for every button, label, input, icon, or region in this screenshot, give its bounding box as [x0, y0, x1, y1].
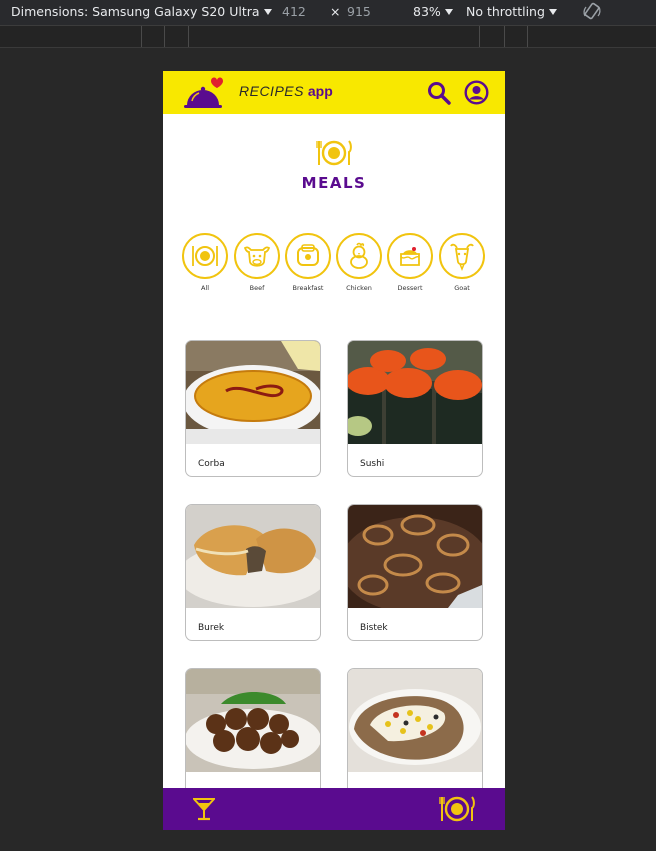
meal-card-sushi[interactable]: Sushi [347, 340, 483, 477]
category-goat[interactable]: Goat [438, 233, 486, 292]
meal-card-baked-potato[interactable] [347, 668, 483, 805]
category-label: Goat [454, 284, 470, 292]
times-sign: × [330, 4, 341, 19]
bottom-nav-bar [163, 788, 505, 830]
page-title: MEALS [301, 174, 367, 192]
meal-name: Sushi [360, 459, 385, 469]
category-chicken[interactable]: Chicken [335, 233, 383, 292]
meal-card-burek[interactable]: Burek [185, 504, 321, 641]
zoom-dropdown[interactable]: 83% [413, 4, 453, 19]
category-label: All [200, 284, 210, 292]
category-label: Chicken [346, 284, 372, 292]
category-label: Beef [249, 284, 265, 292]
chevron-down-icon [263, 8, 272, 15]
chevron-down-icon [444, 8, 453, 15]
cloche-logo-icon[interactable] [183, 75, 223, 115]
app-viewport: RECIPES app MEALS All Beef Breakfast Chi… [163, 71, 505, 830]
app-title-part1: RECIPES [239, 83, 304, 99]
category-all[interactable]: All [181, 233, 229, 292]
dimensions-label: Dimensions: Samsung Galaxy S20 Ultra [11, 4, 260, 19]
chevron-down-icon [548, 8, 557, 15]
width-input[interactable]: 412 [282, 4, 306, 19]
category-label: Breakfast [292, 284, 324, 292]
app-title: RECIPES app [239, 83, 333, 99]
meal-image [186, 505, 320, 608]
meal-image [186, 669, 320, 772]
plate-icon [192, 246, 218, 266]
meal-image [186, 341, 320, 444]
devtools-device-toolbar: Dimensions: Samsung Galaxy S20 Ultra 412… [0, 0, 656, 26]
meal-image [348, 669, 482, 772]
zoom-label: 83% [413, 4, 441, 19]
meal-name: Corba [198, 459, 225, 469]
toaster-icon [297, 244, 319, 266]
top-app-bar: RECIPES app [163, 71, 505, 114]
meal-card-falafel[interactable] [185, 668, 321, 805]
cocktail-icon[interactable] [191, 797, 217, 825]
goat-icon [450, 243, 474, 272]
meal-card-corba[interactable]: Corba [185, 340, 321, 477]
media-query-ruler [0, 26, 656, 48]
meal-image [348, 505, 482, 608]
throttling-label: No throttling [466, 4, 545, 19]
rotate-icon[interactable] [582, 2, 602, 25]
category-breakfast[interactable]: Breakfast [284, 233, 332, 292]
category-dessert[interactable]: Dessert [386, 233, 434, 292]
meal-image [348, 341, 482, 444]
category-beef[interactable]: Beef [233, 233, 281, 292]
meal-name: Bistek [360, 623, 388, 633]
search-icon[interactable] [427, 81, 451, 109]
profile-icon[interactable] [464, 80, 489, 109]
chicken-icon [350, 242, 368, 269]
meal-card-bistek[interactable]: Bistek [347, 504, 483, 641]
dimensions-dropdown[interactable]: Dimensions: Samsung Galaxy S20 Ultra [11, 4, 272, 19]
app-title-part2: app [307, 83, 333, 99]
plate-icon [316, 139, 352, 171]
cake-icon [400, 247, 420, 266]
cow-icon [243, 246, 271, 267]
category-filter-bar: All Beef Breakfast Chicken Dessert Goat [181, 233, 491, 293]
category-label: Dessert [397, 284, 423, 292]
plate-icon[interactable] [439, 795, 475, 827]
height-input[interactable]: 915 [347, 4, 371, 19]
meal-name: Burek [198, 623, 225, 633]
throttling-dropdown[interactable]: No throttling [466, 4, 557, 19]
